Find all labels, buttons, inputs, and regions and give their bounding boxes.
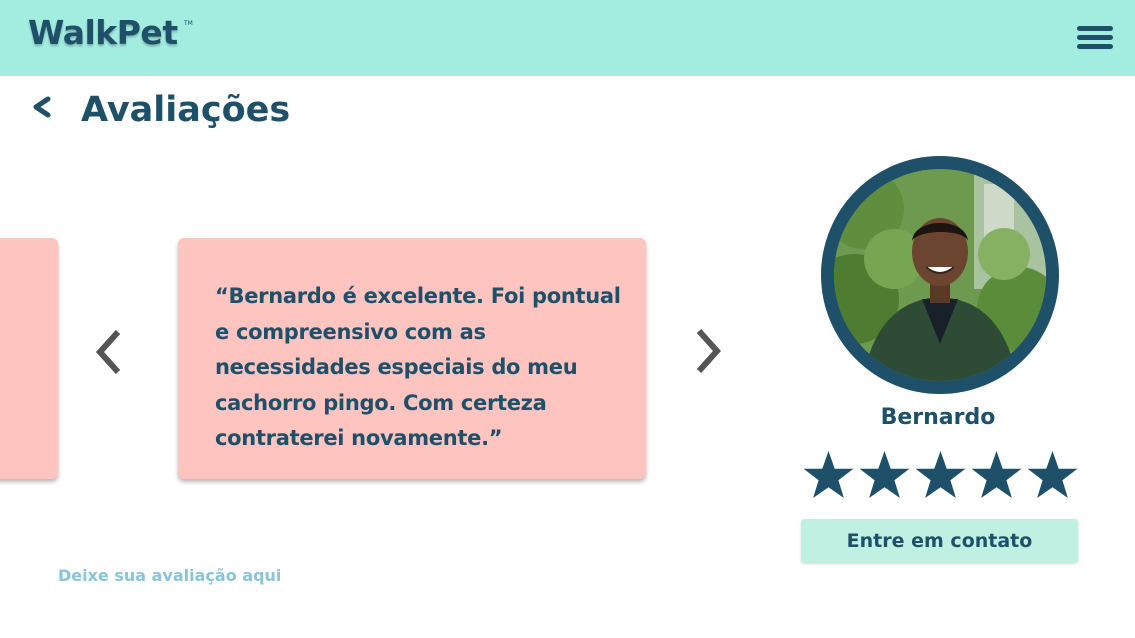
walker-name: Bernardo [880, 405, 996, 430]
star-icon [971, 451, 1022, 498]
contact-button[interactable]: Entre em contato [801, 519, 1078, 563]
star-icon [915, 451, 966, 498]
carousel-prev-icon[interactable] [92, 328, 126, 376]
current-review-card: “Bernardo é excelente. Foi pontual e com… [178, 238, 646, 479]
walkpet-logo[interactable]: WalkPet [28, 13, 178, 52]
logo-trademark: TM [184, 20, 193, 27]
leave-review-link[interactable]: Deixe sua avaliação aqui [58, 566, 281, 585]
star-icon [803, 451, 854, 498]
page-title: Avaliações [81, 90, 291, 130]
walker-avatar-photo [834, 169, 1046, 381]
rating-stars [803, 451, 1078, 498]
review-quote: “Bernardo é excelente. Foi pontual e com… [215, 284, 621, 450]
hamburger-menu-icon[interactable] [1076, 24, 1114, 52]
walker-avatar-frame [821, 156, 1059, 394]
top-header: WalkPet TM [0, 0, 1135, 76]
back-chevron-icon[interactable] [30, 96, 54, 118]
star-icon [859, 451, 910, 498]
star-icon [1027, 451, 1078, 498]
carousel-next-icon[interactable] [691, 327, 725, 375]
previous-review-card[interactable] [0, 238, 58, 479]
